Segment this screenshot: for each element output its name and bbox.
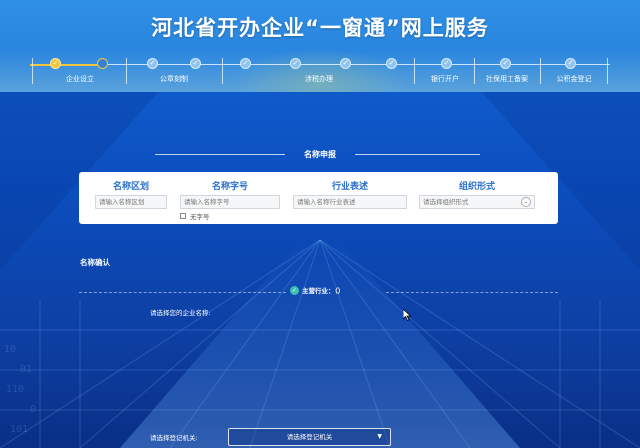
step-label-company[interactable]: 企业设立 (40, 74, 120, 85)
industry-field: 行业表述 请输入名称行业表述 (293, 181, 407, 209)
registration-authority-select[interactable]: 请选择登记机关 ▼ (228, 428, 391, 446)
name-label: 名称字号 (211, 182, 248, 192)
step-label-tax[interactable]: 涉税办理 (228, 74, 410, 85)
region-field: 名称区划 请输入名称区划 (95, 181, 167, 209)
step-divider (607, 58, 608, 84)
check-icon: ✓ (443, 59, 450, 67)
dashed-line-right (386, 292, 558, 293)
step-dot-11: ✓ (565, 58, 576, 69)
dashed-line-left (79, 292, 286, 293)
step-label-fund[interactable]: 公积金登记 (542, 74, 606, 85)
check-icon: ✓ (192, 59, 199, 67)
step-dot-4: ✓ (190, 58, 201, 69)
step-divider (540, 58, 541, 84)
step-divider (126, 58, 127, 84)
check-icon: ✓ (342, 59, 349, 67)
check-icon: ✓ (52, 59, 59, 67)
main-industry: ✓ 主营行业：（） (290, 285, 344, 295)
step-label-bank[interactable]: 银行开户 (418, 74, 472, 85)
svg-text:0: 0 (30, 404, 36, 415)
step-divider (32, 58, 33, 84)
registration-authority-value: 请选择登记机关 (286, 433, 333, 441)
step-dot-7: ✓ (340, 58, 351, 69)
section-title: 名称申报 (304, 150, 336, 159)
page-title: 河北省开办企业“一窗通”网上服务 (151, 16, 489, 40)
step-divider (474, 58, 475, 84)
svg-text:110: 110 (6, 384, 24, 395)
step-dot-10: ✓ (500, 58, 511, 69)
name-input[interactable]: 请输入名称字号 (180, 195, 280, 209)
svg-text:01: 01 (20, 364, 32, 375)
no-name-label: 无字号 (190, 213, 210, 221)
check-circle-icon: ✓ (290, 285, 299, 295)
check-icon: ✓ (388, 59, 395, 67)
no-name-checkbox[interactable] (180, 213, 186, 219)
step-dot-8: ✓ (386, 58, 397, 69)
confirm-title: 名称确认 (80, 258, 110, 267)
check-icon: ✓ (242, 59, 249, 67)
choose-org-label: 请选择登记机关: (150, 434, 198, 442)
region-label: 名称区划 (112, 182, 149, 192)
step-dot-6: ✓ (290, 58, 301, 69)
step-dot-5: ✓ (240, 58, 251, 69)
step-divider (222, 58, 223, 84)
name-form-card: 名称区划 请输入名称区划 名称字号 请输入名称字号 行业表述 请输入名称行业表述… (79, 172, 558, 224)
svg-text:101: 101 (10, 424, 28, 435)
name-field: 名称字号 请输入名称字号 (180, 181, 280, 209)
section-line-left (155, 154, 285, 155)
step-dot-3: ✓ (147, 58, 158, 69)
mouse-cursor-icon (403, 309, 411, 321)
step-dot-2 (97, 58, 108, 69)
no-name-option[interactable]: 无字号 (180, 211, 210, 221)
background-graphic: 10 01 110 0 101 (0, 90, 640, 448)
chevron-down-icon[interactable]: ⌄ (521, 197, 531, 207)
region-input[interactable]: 请输入名称区划 (95, 195, 167, 209)
check-icon: ✓ (502, 59, 509, 67)
check-icon: ✓ (149, 59, 156, 67)
step-dot-1: ✓ (50, 58, 61, 69)
step-divider (414, 58, 415, 84)
step-dot-9: ✓ (441, 58, 452, 69)
section-header: 名称申报 (0, 149, 640, 161)
progress-done (30, 63, 100, 66)
industry-label: 行业表述 (331, 182, 368, 192)
check-icon: ✓ (567, 59, 574, 67)
step-label-seal[interactable]: 公章刻制 (132, 74, 216, 85)
check-icon: ✓ (292, 59, 299, 67)
org-field: 组织形式 请选择组织形式 ⌄ (419, 181, 535, 209)
org-select-value: 请选择组织形式 (423, 198, 469, 206)
choose-name-label: 请选择您的企业名称: (150, 309, 211, 317)
org-label: 组织形式 (458, 182, 495, 192)
svg-text:10: 10 (4, 344, 16, 355)
step-label-social[interactable]: 社保用工备案 (476, 74, 538, 85)
industry-input[interactable]: 请输入名称行业表述 (293, 195, 407, 209)
caret-down-icon[interactable]: ▼ (377, 429, 382, 445)
org-select[interactable]: 请选择组织形式 ⌄ (419, 195, 535, 209)
section-line-right (355, 154, 480, 155)
main-industry-text: 主营行业：（） (302, 287, 345, 295)
progress-line (30, 63, 610, 66)
